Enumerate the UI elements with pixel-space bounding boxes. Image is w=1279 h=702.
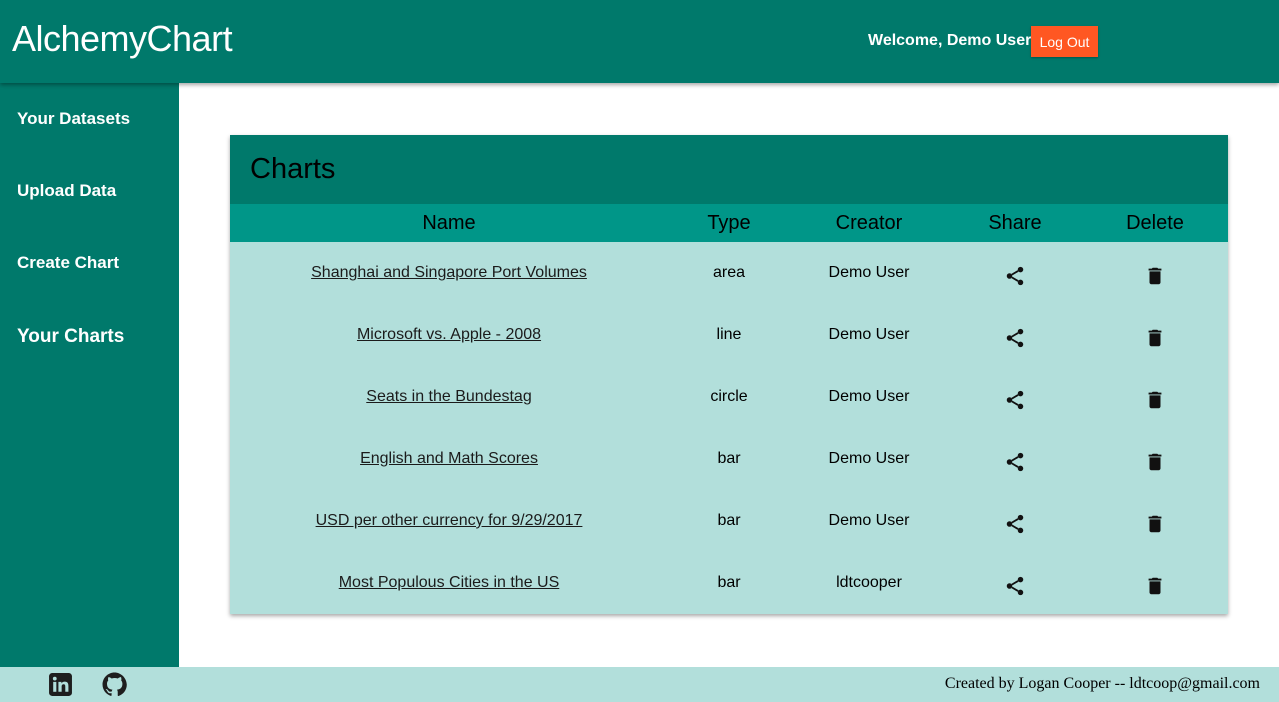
share-icon[interactable] bbox=[1004, 451, 1026, 473]
chart-name-link[interactable]: Microsoft vs. Apple - 2008 bbox=[357, 326, 541, 344]
chart-type: bar bbox=[717, 574, 741, 591]
footer-credits: Created by Logan Cooper -- ldtcoop@gmail… bbox=[944, 675, 1260, 692]
app-header: AlchemyChart Welcome, Demo User Log Out bbox=[0, 0, 1279, 83]
chart-type: bar bbox=[717, 450, 741, 467]
trash-icon[interactable] bbox=[1144, 327, 1166, 349]
column-header-delete: Delete bbox=[1126, 212, 1184, 234]
chart-name-link[interactable]: Most Populous Cities in the US bbox=[339, 574, 560, 592]
logout-button[interactable]: Log Out bbox=[1031, 26, 1098, 57]
table-row: Most Populous Cities in the US bar ldtcoop… bbox=[230, 552, 1228, 614]
sidebar-item-your-datasets[interactable]: Your Datasets bbox=[17, 109, 130, 129]
charts-card: Charts Name Type Creator Share Delete Sh… bbox=[230, 135, 1228, 614]
table-row: USD per other currency for 9/29/2017 bar D… bbox=[230, 490, 1228, 552]
chart-name-link[interactable]: USD per other currency for 9/29/2017 bbox=[316, 512, 583, 530]
chart-name-link[interactable]: Seats in the Bundestag bbox=[366, 388, 531, 406]
chart-name-link[interactable]: English and Math Scores bbox=[360, 450, 538, 468]
chart-name-link[interactable]: Shanghai and Singapore Port Volumes bbox=[311, 264, 587, 282]
table-row: English and Math Scores bar Demo User bbox=[230, 428, 1228, 490]
linkedin-icon[interactable] bbox=[48, 672, 73, 697]
share-icon[interactable] bbox=[1004, 389, 1026, 411]
table-row: Microsoft vs. Apple - 2008 line Demo User bbox=[230, 304, 1228, 366]
footer: Created by Logan Cooper -- ldtcoop@gmail… bbox=[0, 667, 1279, 702]
table-row: Seats in the Bundestag circle Demo User bbox=[230, 366, 1228, 428]
column-header-share: Share bbox=[988, 212, 1042, 234]
trash-icon[interactable] bbox=[1144, 389, 1166, 411]
share-icon[interactable] bbox=[1004, 265, 1026, 287]
chart-creator: ldtcooper bbox=[836, 574, 902, 591]
github-icon[interactable] bbox=[102, 672, 127, 697]
sidebar-item-upload-data[interactable]: Upload Data bbox=[17, 181, 116, 201]
welcome-message: Welcome, Demo User bbox=[868, 32, 1032, 49]
chart-creator: Demo User bbox=[828, 264, 910, 281]
chart-type: line bbox=[716, 326, 742, 343]
sidebar-item-create-chart[interactable]: Create Chart bbox=[17, 253, 119, 273]
trash-icon[interactable] bbox=[1144, 575, 1166, 597]
chart-creator: Demo User bbox=[828, 512, 910, 529]
chart-type: bar bbox=[717, 512, 741, 529]
chart-type: area bbox=[712, 264, 746, 281]
column-header-creator: Creator bbox=[835, 212, 903, 234]
chart-creator: Demo User bbox=[828, 326, 910, 343]
app-title[interactable]: AlchemyChart bbox=[12, 18, 233, 60]
sidebar-item-your-charts[interactable]: Your Charts bbox=[17, 326, 124, 348]
share-icon[interactable] bbox=[1004, 575, 1026, 597]
card-title: Charts bbox=[250, 153, 336, 185]
trash-icon[interactable] bbox=[1144, 451, 1166, 473]
table-header: Name Type Creator Share Delete bbox=[230, 204, 1228, 242]
column-header-type: Type bbox=[707, 212, 751, 234]
chart-creator: Demo User bbox=[828, 388, 910, 405]
chart-creator: Demo User bbox=[828, 450, 910, 467]
share-icon[interactable] bbox=[1004, 327, 1026, 349]
card-title-bar: Charts bbox=[230, 135, 1228, 204]
share-icon[interactable] bbox=[1004, 513, 1026, 535]
column-header-name: Name bbox=[422, 212, 476, 234]
chart-type: circle bbox=[710, 388, 748, 405]
trash-icon[interactable] bbox=[1144, 265, 1166, 287]
sidebar: Your Datasets Upload Data Create Chart Y… bbox=[0, 83, 179, 667]
table-row: Shanghai and Singapore Port Volumes area D… bbox=[230, 242, 1228, 304]
trash-icon[interactable] bbox=[1144, 513, 1166, 535]
